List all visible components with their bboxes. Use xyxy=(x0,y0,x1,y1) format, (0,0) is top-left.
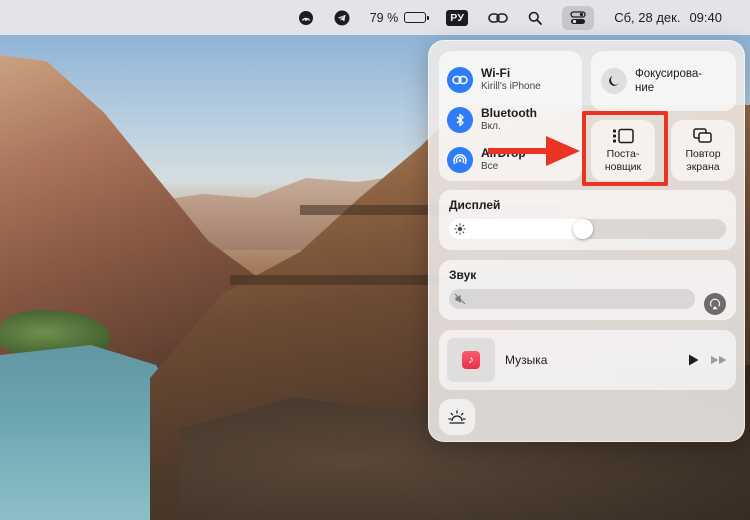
input-language-badge: РУ xyxy=(446,9,469,26)
now-playing-module[interactable]: ♪ Музыка xyxy=(439,330,736,390)
annotation-highlight-box xyxy=(582,111,668,186)
fast-forward-icon xyxy=(711,356,727,364)
annotation-arrow-icon xyxy=(488,136,580,166)
menu-bar: 79 % РУ Сб, 28 дек. 09:40 xyxy=(0,0,750,35)
bluetooth-title: Bluetooth xyxy=(481,106,537,121)
moon-icon xyxy=(601,68,627,94)
display-title: Дисплей xyxy=(449,198,501,212)
next-track-button[interactable] xyxy=(710,354,728,366)
cast-icon[interactable] xyxy=(288,0,324,35)
play-button[interactable] xyxy=(686,353,700,367)
wifi-title: Wi-Fi xyxy=(481,66,511,81)
music-app-icon: ♪ xyxy=(462,351,480,369)
sound-module: Звук xyxy=(439,260,736,320)
screen-mirroring-label: Повтор экрана xyxy=(685,147,721,173)
brightness-slider-knob[interactable] xyxy=(573,219,593,239)
now-playing-title: Музыка xyxy=(505,353,548,367)
display-module: Дисплей xyxy=(439,190,736,250)
wifi-toggle[interactable]: Wi-Fi Kirill's iPhone xyxy=(447,61,574,99)
wifi-icon xyxy=(447,67,473,93)
screen-mirroring-button[interactable]: Повтор экрана xyxy=(671,120,735,181)
airdrop-icon xyxy=(447,147,473,173)
keyboard-brightness-button[interactable] xyxy=(439,399,475,435)
battery-percent: 79 % xyxy=(369,10,399,25)
album-art-placeholder: ♪ xyxy=(447,338,495,382)
speaker-muted-icon xyxy=(454,293,466,305)
screen-mirroring-icon xyxy=(693,128,712,143)
play-icon xyxy=(689,354,699,366)
bluetooth-subtitle: Вкл. xyxy=(481,121,501,133)
control-center-panel: Wi-Fi Kirill's iPhone Bluetooth Вкл. Air… xyxy=(428,40,745,442)
keyboard-brightness-icon xyxy=(448,410,466,424)
battery-icon xyxy=(404,12,429,23)
bluetooth-icon xyxy=(447,107,473,133)
input-source-menu[interactable]: РУ xyxy=(436,0,478,35)
brightness-slider[interactable] xyxy=(449,219,726,239)
control-center-icon xyxy=(570,10,586,24)
telegram-icon[interactable] xyxy=(324,0,360,35)
sun-icon xyxy=(454,223,466,235)
focus-button[interactable]: Фокусирова- ние xyxy=(591,51,736,111)
airplay-audio-icon xyxy=(709,298,721,310)
focus-label: Фокусирова- ние xyxy=(635,67,703,94)
link-icon[interactable] xyxy=(478,0,518,35)
control-center-button[interactable] xyxy=(552,0,604,35)
search-icon[interactable] xyxy=(518,0,552,35)
clock[interactable]: Сб, 28 дек. 09:40 xyxy=(604,0,732,35)
volume-slider[interactable] xyxy=(449,289,695,309)
brightness-fill xyxy=(449,219,593,239)
menubar-time: 09:40 xyxy=(689,10,722,25)
sound-title: Звук xyxy=(449,268,477,282)
airplay-audio-button[interactable] xyxy=(704,293,726,315)
battery-status[interactable]: 79 % xyxy=(360,0,437,35)
wifi-subtitle: Kirill's iPhone xyxy=(481,81,541,93)
menubar-date: Сб, 28 дек. xyxy=(614,10,681,25)
